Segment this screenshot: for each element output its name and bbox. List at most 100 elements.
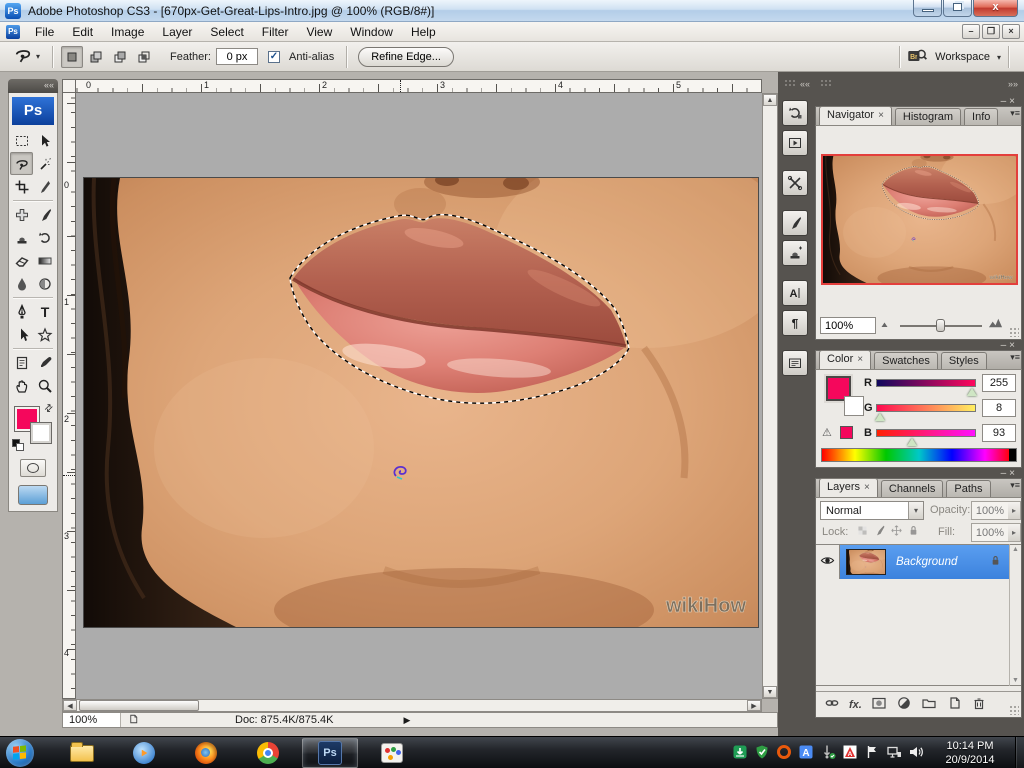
blend-mode-select[interactable]: Normal▾ [820,501,924,520]
tab-close-icon[interactable]: × [878,110,884,121]
tray-icon-network[interactable] [886,744,902,763]
tool-lasso[interactable] [10,152,33,175]
slider-thumb[interactable] [967,388,977,396]
channel-value[interactable]: 255 [982,374,1016,392]
slider-thumb[interactable] [875,413,885,421]
panel-icon-brushes[interactable] [782,210,808,236]
layer-style-button[interactable]: fx. [849,699,862,711]
navigator-tab-navigator[interactable]: Navigator× [819,106,892,125]
channel-value[interactable]: 93 [982,424,1016,442]
menu-window[interactable]: Window [341,22,402,42]
tool-pathsel[interactable] [10,323,33,346]
new-layer-button[interactable] [946,695,962,714]
intersect-selection-mode-button[interactable] [133,46,155,68]
layers-tab-layers[interactable]: Layers× [819,478,878,497]
ruler-corner[interactable] [62,79,76,93]
tool-slice[interactable] [33,175,56,198]
tool-zoom[interactable] [33,374,56,397]
color-spectrum-bar[interactable] [821,448,1017,462]
subtract-selection-mode-button[interactable] [109,46,131,68]
taskbar-button-firefox[interactable] [178,738,234,768]
layer-visibility-toggle[interactable] [816,545,840,579]
opacity-value[interactable]: 100% [971,501,1009,520]
tray-icon-idm[interactable] [732,744,748,763]
dock-expand-icon[interactable]: »» [1008,79,1018,89]
dock-grip[interactable] [820,79,832,87]
menu-edit[interactable]: Edit [63,22,102,42]
vertical-scrollbar[interactable]: ▲ ▼ [762,93,778,699]
tray-icon-volume[interactable] [908,744,924,763]
list-scroll-up[interactable]: ▲ [1010,546,1021,553]
new-selection-mode-button[interactable] [61,46,83,68]
layers-tab-channels[interactable]: Channels [881,480,943,497]
layers-tab-paths[interactable]: Paths [946,480,990,497]
screen-mode-button[interactable] [18,485,48,505]
panel-icon-layer-comps[interactable] [782,350,808,376]
tool-marquee[interactable] [10,129,33,152]
bridge-icon[interactable]: Br [907,46,927,69]
link-layers-button[interactable] [824,695,840,714]
quick-mask-button[interactable] [20,459,46,477]
navigator-tab-info[interactable]: Info [964,108,998,125]
zoom-in-icon[interactable] [988,315,1003,333]
layer-name[interactable]: Background [896,556,957,568]
list-scroll-down[interactable]: ▼ [1010,677,1021,684]
taskbar-button-media-player[interactable] [116,738,172,768]
tool-wand[interactable] [33,152,56,175]
tray-icon-flag[interactable] [864,744,880,763]
doc-close-button[interactable]: × [1002,24,1020,39]
zoom-level-field[interactable]: 100% [63,713,121,727]
tool-brush[interactable] [33,203,56,226]
menu-image[interactable]: Image [102,22,153,42]
show-desktop-button[interactable] [1015,737,1024,768]
taskbar-clock[interactable]: 10:14 PM 20/9/2014 [930,739,1010,767]
lock-position-icon[interactable] [890,524,903,540]
antialias-checkbox[interactable]: ✓ [268,51,280,63]
lock-transparency-icon[interactable] [856,524,869,540]
tool-pen[interactable] [10,300,33,323]
fill-spinner[interactable]: ▸ [1008,523,1021,542]
canvas-area[interactable]: wikiHow [76,93,762,699]
tool-notes[interactable] [10,351,33,374]
panel-resize-grip[interactable] [1009,327,1019,337]
swap-colors-icon[interactable]: ⇄ [42,402,56,416]
tray-icon-avg[interactable]: A [842,744,858,763]
panel-menu-icon[interactable]: ▾≡ [1010,108,1020,119]
panel-icon-actions[interactable] [782,130,808,156]
vertical-ruler[interactable]: 01234 [62,93,76,699]
layer-row-background[interactable]: wikiHow Background [816,545,1010,579]
channel-slider[interactable] [876,429,976,437]
panel-icon-paragraph[interactable]: ¶ [782,310,808,336]
navigator-zoom-field[interactable] [820,317,876,334]
background-color-swatch[interactable] [31,423,51,443]
tray-icon-orange-ring[interactable] [776,744,792,763]
tool-type[interactable]: T [33,300,56,323]
add-mask-button[interactable] [871,695,887,714]
tool-crop[interactable] [10,175,33,198]
slider-knob[interactable] [936,319,945,332]
tray-icon-shield-check[interactable] [754,744,770,763]
taskbar-button-paint[interactable] [364,738,420,768]
delete-layer-button[interactable] [971,695,987,714]
menu-file[interactable]: File [26,22,63,42]
menu-help[interactable]: Help [402,22,445,42]
scroll-right-arrow[interactable]: ▶ [747,700,761,711]
toolbox-collapse-header[interactable]: «« [8,79,58,93]
scrollbar-thumb[interactable] [79,700,199,711]
menu-view[interactable]: View [297,22,341,42]
tool-stamp[interactable] [10,226,33,249]
menu-layer[interactable]: Layer [153,22,201,42]
tab-close-icon[interactable]: × [857,354,863,365]
menu-filter[interactable]: Filter [253,22,298,42]
tray-icon-letter-a[interactable]: A [798,744,814,763]
layer-thumbnail[interactable]: wikiHow [846,549,886,575]
tool-preset-picker[interactable]: ▾ [8,42,45,71]
panel-icon-tool-presets[interactable] [782,170,808,196]
menu-select[interactable]: Select [201,22,252,42]
zoom-out-icon[interactable] [880,318,892,333]
panel-menu-icon[interactable]: ▾≡ [1010,352,1020,363]
dock-collapse-icon[interactable]: «« [800,79,810,89]
tool-eyedrop[interactable] [33,351,56,374]
panel-resize-grip[interactable] [1009,705,1019,715]
doc-restore-button[interactable]: ❐ [982,24,1000,39]
